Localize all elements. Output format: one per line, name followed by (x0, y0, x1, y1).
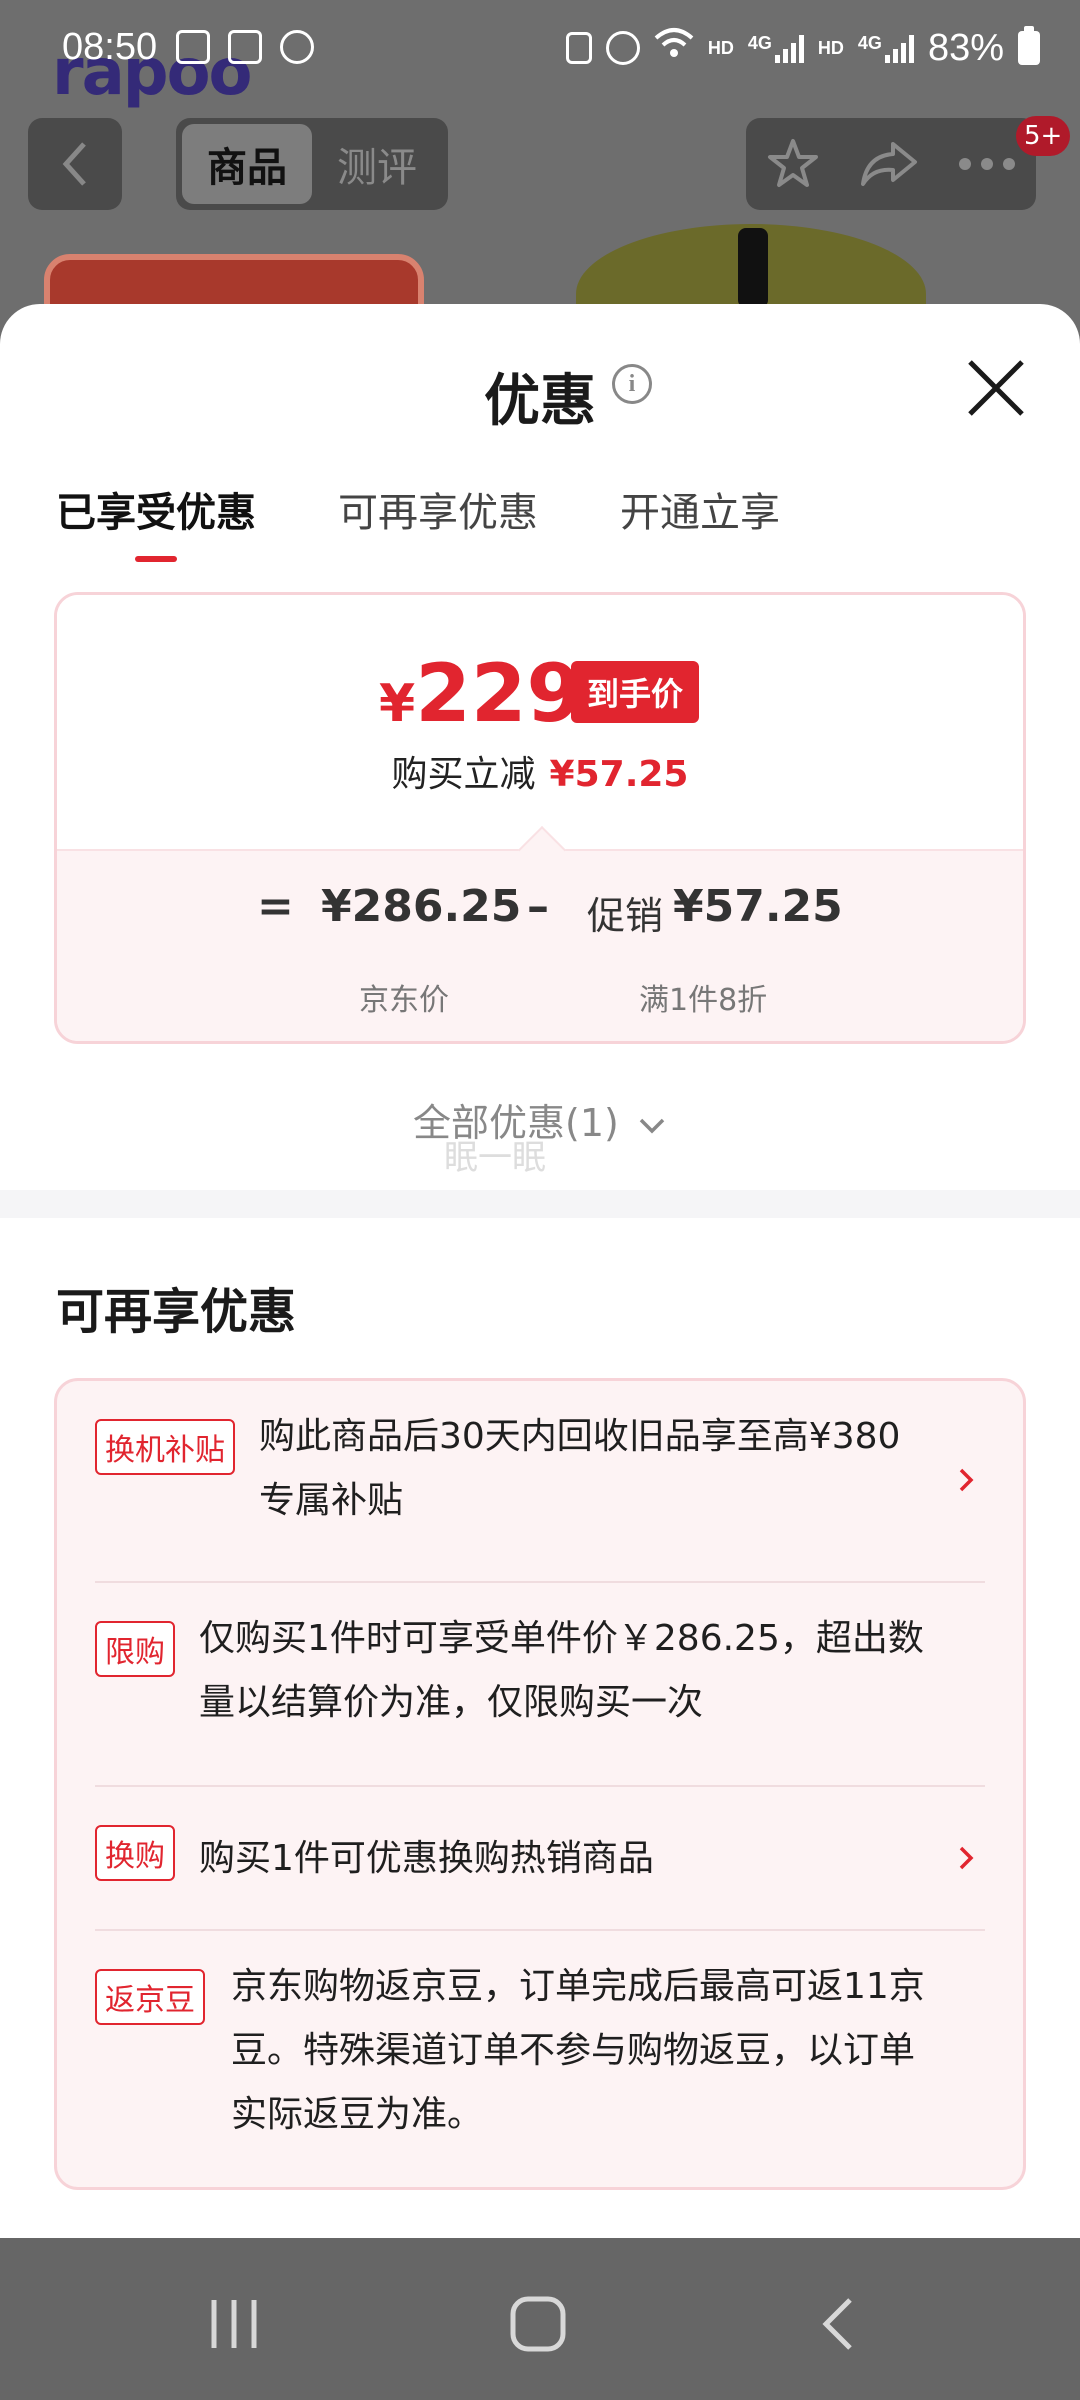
product-cable (738, 228, 768, 308)
offer-text-line: 实际返豆为准。 (231, 2094, 484, 2135)
message-badge: 5+ (1016, 116, 1071, 156)
section-title: 可再享优惠 (56, 1284, 297, 1340)
offer-text-line: 仅购买1件时可享受单件价￥286.25，超出数 (199, 1618, 924, 1659)
signal-icon-1: 4G (748, 33, 804, 63)
final-price-area: ¥ 229 到手价 购买立减 ¥57.25 (57, 595, 1023, 849)
sim-icon (565, 32, 592, 64)
recent-apps-icon[interactable] (206, 2296, 262, 2352)
battery-icon (1018, 26, 1040, 65)
price-breakdown-card: ¥ 229 到手价 购买立减 ¥57.25 = ¥286.25 – 促销 ¥57.… (54, 592, 1026, 1044)
offer-text: 仅购买1件时可享受单件价￥286.25，超出数 量以结算价为准，仅限购买一次 (199, 1607, 924, 1735)
promo-label: 促销 (587, 894, 664, 938)
offer-text-line: 购此商品后30天内回收旧品享至高¥380 (259, 1416, 901, 1457)
list-item[interactable]: 换购 购买1件可优惠换购热销商品 (95, 1787, 985, 1931)
chevron-right-icon[interactable] (953, 1845, 979, 1871)
tab-product[interactable]: 商品 (182, 124, 312, 204)
product-image-left (44, 254, 424, 310)
chevron-left-icon (62, 142, 86, 186)
promo-amount: ¥57.25 (673, 881, 843, 932)
reduction-amount: ¥57.25 (549, 754, 689, 795)
offer-text: 京东购物返京豆，订单完成后最高可返11京 豆。特殊渠道订单不参与购物返豆，以订单… (231, 1955, 925, 2147)
star-icon[interactable] (765, 136, 821, 192)
clock-app-icon (228, 30, 262, 64)
back-button[interactable] (28, 118, 122, 210)
reduction-label: 购买立减 (391, 754, 536, 795)
back-icon[interactable] (818, 2294, 858, 2354)
price-formula-area: = ¥286.25 – 促销 ¥57.25 京东价 满1件8折 (57, 825, 1023, 1041)
tab-activate[interactable]: 开通立享 (620, 480, 780, 562)
sheet-title: 优惠 (484, 369, 596, 434)
info-icon[interactable]: i (612, 364, 652, 404)
status-time: 08:50 (62, 26, 158, 68)
offer-text-line: 京东购物返京豆，订单完成后最高可返11京 (231, 1966, 925, 2007)
offer-tag: 换机补贴 (95, 1419, 235, 1475)
offer-text-line: 购买1件可优惠换购热销商品 (199, 1838, 654, 1879)
offer-text-line: 豆。特殊渠道订单不参与购物返豆，以订单 (231, 2030, 916, 2071)
signal-icon-2: 4G (858, 33, 914, 63)
tab-more-available[interactable]: 可再享优惠 (338, 480, 538, 562)
final-price: ¥ 229 (379, 647, 582, 740)
system-nav-bar (0, 2238, 1080, 2400)
sheet-header: 优惠 i (0, 304, 1080, 434)
hd-label-1: HD (707, 37, 734, 58)
watermark-text: 眠一眠 (444, 1138, 546, 1178)
system-icons: HD 4G HD 4G 83% (565, 26, 1040, 70)
list-item: 返京豆 京东购物返京豆，订单完成后最高可返11京 豆。特殊渠道订单不参与购物返豆… (95, 1931, 985, 2187)
base-price-caption: 京东价 (359, 983, 449, 1018)
chevron-right-icon[interactable] (953, 1467, 979, 1493)
offer-tag: 返京豆 (95, 1969, 205, 2025)
status-bar: 08:50 HD 4G HD 4G 83% (0, 0, 1080, 100)
offer-text-line: 量以结算价为准，仅限购买一次 (199, 1682, 704, 1723)
action-group (746, 118, 1036, 210)
offer-tag: 限购 (95, 1621, 175, 1677)
product-review-switch: 商品 测评 (176, 118, 448, 210)
final-price-tag: 到手价 (571, 661, 700, 723)
list-item[interactable]: 换机补贴 购此商品后30天内回收旧品享至高¥380 专属补贴 (95, 1381, 985, 1583)
promo-caption: 满1件8折 (639, 983, 768, 1018)
discount-tabs: 已享受优惠 可再享优惠 开通立享 (56, 480, 780, 562)
instant-reduction: 购买立减 ¥57.25 (57, 745, 1023, 797)
offer-text: 购此商品后30天内回收旧品享至高¥380 专属补贴 (259, 1405, 900, 1533)
minus-sign: – (527, 881, 549, 932)
offer-text-line: 专属补贴 (259, 1480, 404, 1521)
more-icon[interactable] (957, 157, 1017, 171)
offers-list: 换机补贴 购此商品后30天内回收旧品享至高¥380 专属补贴 限购 仅购买1件时… (54, 1378, 1026, 2190)
close-icon[interactable] (964, 356, 1028, 420)
equals-sign: = (257, 881, 294, 932)
list-item: 限购 仅购买1件时可享受单件价￥286.25，超出数 量以结算价为准，仅限购买一… (95, 1583, 985, 1787)
discount-sheet: 优惠 i 已享受优惠 可再享优惠 开通立享 ¥ 229 到手价 购买立减 ¥57.… (0, 304, 1080, 2238)
notification-icons (176, 30, 314, 64)
share-icon[interactable] (859, 138, 919, 190)
home-icon[interactable] (508, 2294, 568, 2354)
tab-enjoyed[interactable]: 已享受优惠 (56, 480, 256, 562)
hd-label-2: HD (817, 37, 844, 58)
section-divider (0, 1190, 1080, 1218)
currency-symbol: ¥ (379, 674, 416, 734)
chevron-down-icon (639, 1118, 665, 1134)
wifi-icon (654, 26, 694, 70)
alarm-icon (605, 31, 640, 65)
app-notification-icon (280, 30, 314, 64)
gallery-icon (176, 30, 210, 64)
battery-percent: 83% (927, 26, 1004, 69)
offer-text: 购买1件可优惠换购热销商品 (199, 1827, 654, 1891)
tab-review[interactable]: 测评 (312, 124, 442, 204)
base-price: ¥286.25 (321, 881, 522, 932)
final-price-amount: 229 (415, 647, 583, 740)
offer-tag: 换购 (95, 1825, 175, 1881)
background-product-page: rapoo 08:50 HD 4G HD 4G 83% 商品 测评 5+ (0, 0, 1080, 310)
